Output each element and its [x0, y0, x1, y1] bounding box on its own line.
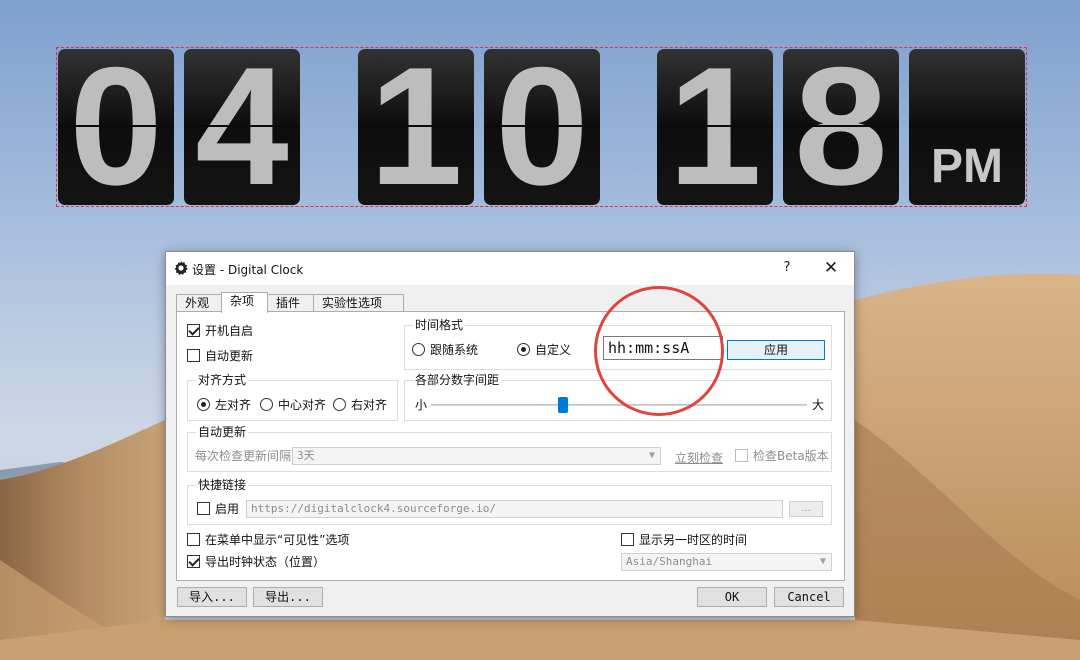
autostart-checkbox[interactable] — [187, 324, 200, 337]
digit-spacing-title: 各部分数字间距 — [413, 373, 502, 387]
title-bar[interactable]: 设置 - Digital Clock ? ✕ — [166, 252, 854, 285]
check-now-link[interactable]: 立刻检查 — [675, 449, 723, 466]
show-visibility-label: 在菜单中显示“可见性”选项 — [205, 533, 350, 547]
shortcut-url-field[interactable]: https://digitalclock4.sourceforge.io/ — [246, 500, 783, 518]
help-button[interactable]: ? — [776, 258, 798, 278]
timezone-select[interactable]: Asia/Shanghai ▼ — [621, 553, 832, 571]
clock-hour-tens-card: 0 — [58, 49, 174, 205]
tab-experimental[interactable]: 实验性选项 — [313, 294, 404, 312]
auto-update-checkbox[interactable] — [187, 349, 200, 362]
clock-second-ones-card: 8 — [783, 49, 899, 205]
misc-tab-pane: 开机自启 自动更新 时间格式 跟随系统 自定义 hh:mm:ssA 应用 对齐方… — [176, 311, 845, 581]
align-left-radio[interactable] — [197, 398, 210, 411]
time-format-group: 时间格式 跟随系统 自定义 hh:mm:ssA 应用 — [404, 318, 832, 370]
align-right-radio[interactable] — [333, 398, 346, 411]
spacing-min-label: 小 — [415, 398, 428, 412]
update-interval-label: 每次检查更新间隔 — [195, 449, 292, 463]
clock-second-tens-card: 1 — [657, 49, 773, 205]
clock-minute-ones-card: 0 — [484, 49, 600, 205]
ok-button[interactable]: OK — [697, 587, 767, 607]
spacing-slider-thumb[interactable] — [558, 397, 568, 413]
import-button[interactable]: 导入... — [177, 587, 247, 607]
shortcut-enable-checkbox[interactable] — [197, 502, 210, 515]
chevron-down-icon: ▼ — [648, 450, 655, 461]
spacing-max-label: 大 — [812, 398, 825, 412]
shortcut-title: 快捷链接 — [196, 478, 249, 492]
custom-format-label: 自定义 — [535, 343, 572, 357]
settings-dialog: 设置 - Digital Clock ? ✕ 外观 杂项 插件 实验性选项 开机… — [165, 251, 855, 617]
shortcut-group: 快捷链接 启用 https://digitalclock4.sourceforg… — [187, 478, 832, 525]
auto-update-group: 自动更新 每次检查更新间隔 3天 ▼ 立刻检查 检查Beta版本 — [187, 425, 832, 472]
close-button[interactable]: ✕ — [816, 256, 846, 280]
alignment-group: 对齐方式 左对齐 中心对齐 右对齐 — [187, 373, 398, 421]
timezone-value: Asia/Shanghai — [626, 555, 713, 568]
digit-spacing-group: 各部分数字间距 小 大 — [404, 373, 832, 421]
tab-appearance[interactable]: 外观 — [176, 294, 222, 312]
shortcut-enable-label: 启用 — [215, 502, 240, 516]
update-interval-select[interactable]: 3天 ▼ — [292, 447, 661, 465]
browse-button[interactable]: ... — [789, 501, 823, 517]
show-visibility-checkbox[interactable] — [187, 533, 200, 546]
spacing-slider-track[interactable] — [431, 404, 807, 406]
export-button[interactable]: 导出... — [253, 587, 323, 607]
align-center-radio[interactable] — [260, 398, 273, 411]
align-left-label: 左对齐 — [215, 398, 252, 412]
follow-system-radio[interactable] — [412, 343, 425, 356]
update-interval-value: 3天 — [297, 449, 315, 462]
auto-update-title: 自动更新 — [196, 425, 249, 439]
export-state-checkbox[interactable] — [187, 555, 200, 568]
alignment-title: 对齐方式 — [196, 373, 249, 387]
follow-system-label: 跟随系统 — [430, 343, 479, 357]
clock-ampm: PM — [931, 140, 1003, 193]
tab-misc[interactable]: 杂项 — [221, 292, 268, 313]
other-timezone-checkbox[interactable] — [621, 533, 634, 546]
beta-label: 检查Beta版本 — [753, 449, 829, 463]
time-format-title: 时间格式 — [413, 318, 466, 332]
beta-checkbox[interactable] — [735, 449, 748, 462]
custom-format-radio[interactable] — [517, 343, 530, 356]
clock-minute-tens-card: 1 — [358, 49, 474, 205]
gear-icon — [174, 260, 188, 276]
clock-ampm-card: PM — [909, 49, 1025, 205]
chevron-down-icon: ▼ — [819, 556, 826, 567]
align-center-label: 中心对齐 — [278, 398, 327, 412]
autostart-label: 开机自启 — [205, 324, 254, 338]
apply-button[interactable]: 应用 — [727, 340, 825, 360]
other-timezone-label: 显示另一时区的时间 — [639, 533, 748, 547]
time-format-input[interactable]: hh:mm:ssA — [603, 336, 723, 360]
export-state-label: 导出时钟状态（位置） — [205, 555, 326, 569]
cancel-button[interactable]: Cancel — [774, 587, 844, 607]
tab-plugins[interactable]: 插件 — [267, 294, 314, 312]
align-right-label: 右对齐 — [351, 398, 388, 412]
auto-update-label: 自动更新 — [205, 349, 254, 363]
clock-hour-ones-card: 4 — [184, 49, 300, 205]
dialog-title: 设置 - Digital Clock — [192, 263, 304, 277]
